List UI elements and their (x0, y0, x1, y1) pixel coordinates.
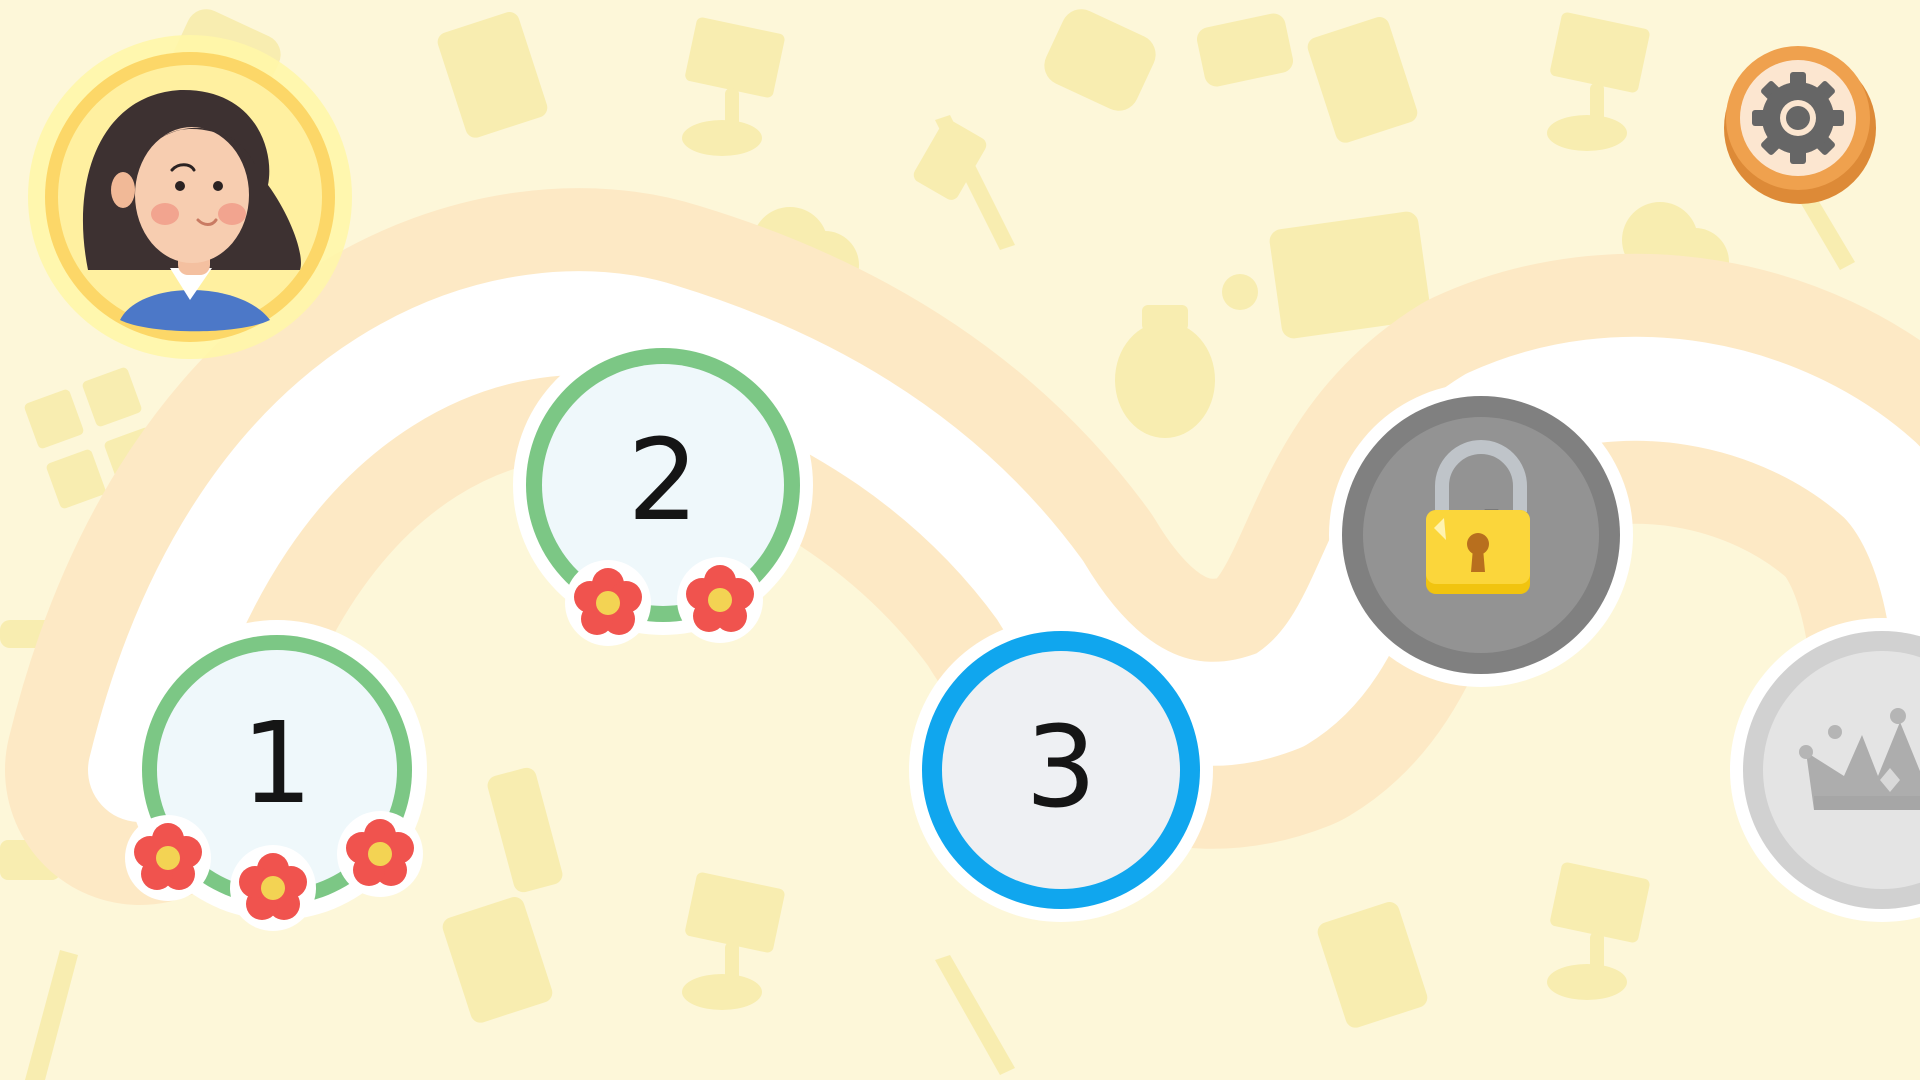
flower-icon (230, 845, 316, 931)
level-3-number: 3 (1025, 703, 1097, 833)
flower-icon (565, 560, 651, 646)
level-2-number: 2 (627, 416, 699, 546)
gear-icon (1752, 72, 1844, 164)
map-background: 4 (0, 9, 1920, 1080)
flower-icon (125, 815, 211, 901)
flower-icon (677, 557, 763, 643)
level-map-screen: 4 (0, 0, 1920, 1080)
settings-button[interactable] (1724, 46, 1876, 204)
avatar[interactable] (28, 35, 352, 359)
flower-icon (337, 811, 423, 897)
level-1-number: 1 (241, 699, 313, 829)
